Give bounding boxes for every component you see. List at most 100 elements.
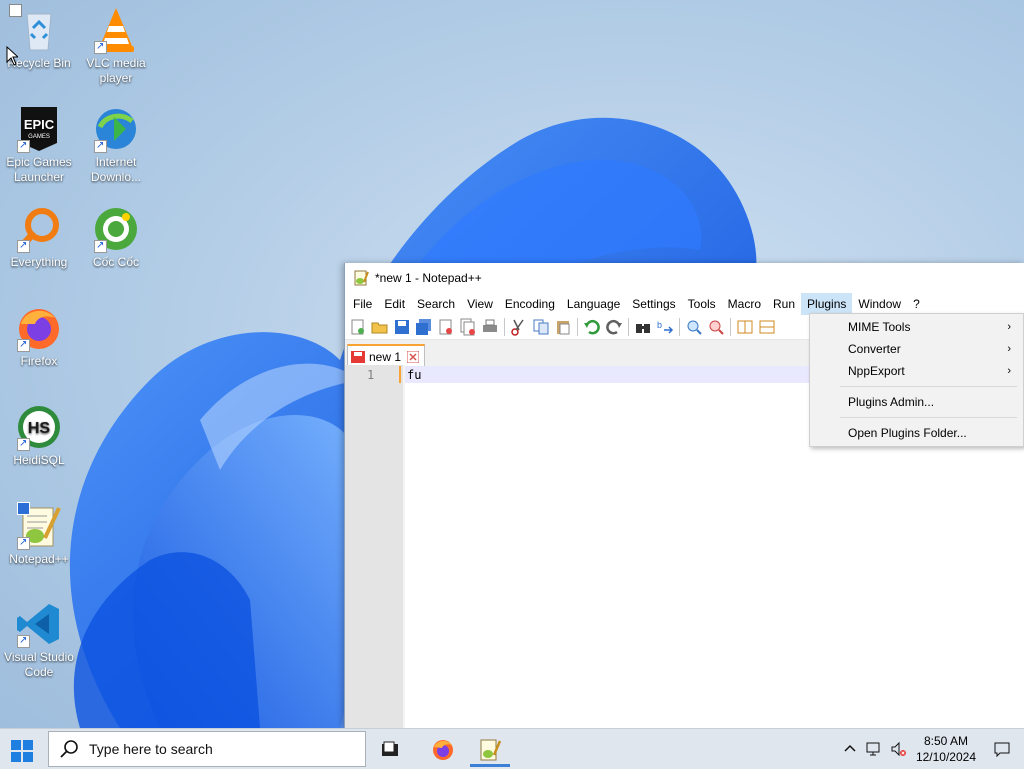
search-icon: [60, 740, 78, 758]
notepadpp-icon: [15, 502, 63, 550]
desktop-icon-heidisql[interactable]: HS HeidiSQL: [1, 403, 77, 468]
clock-date: 12/10/2024: [915, 750, 976, 764]
menu-encoding[interactable]: Encoding: [499, 293, 561, 315]
network-icon[interactable]: [866, 741, 882, 757]
menu-search[interactable]: Search: [411, 293, 461, 315]
save-all-icon[interactable]: [415, 318, 433, 336]
firefox-icon: [15, 304, 63, 352]
close-icon[interactable]: [407, 351, 420, 363]
mouse-cursor-icon: [6, 46, 18, 66]
toolbar-separator: [730, 318, 731, 336]
taskbar-search-box[interactable]: Type here to search: [48, 731, 366, 767]
cut-icon[interactable]: [510, 318, 528, 336]
taskbar-task-view[interactable]: [370, 733, 410, 767]
plugins-dropdown-menu: MIME Tools › Converter › NppExport › Plu…: [809, 313, 1024, 447]
chevron-up-icon[interactable]: [842, 741, 858, 757]
menu-item-mime-tools[interactable]: MIME Tools ›: [810, 316, 1023, 338]
menu-item-label: NppExport: [848, 364, 905, 378]
window-titlebar[interactable]: *new 1 - Notepad++: [345, 263, 1024, 293]
menu-settings[interactable]: Settings: [626, 293, 681, 315]
chevron-right-icon: ›: [1007, 321, 1011, 333]
replace-icon[interactable]: b: [656, 318, 674, 336]
desktop-icon-epic-games[interactable]: EPIC GAMES Epic Games Launcher: [1, 105, 77, 185]
desktop-icon-label: Internet Downlo...: [90, 155, 142, 184]
epic-games-icon: EPIC GAMES: [15, 105, 63, 153]
sync-scroll-vertical-icon[interactable]: [736, 318, 754, 336]
system-tray: 8:50 AM 12/10/2024: [838, 729, 1024, 769]
unsaved-file-icon: [351, 351, 365, 363]
find-icon[interactable]: [634, 318, 652, 336]
menu-help[interactable]: ?: [907, 293, 926, 315]
desktop-icon-label: Notepad++: [9, 552, 69, 566]
desktop-icon-label: Firefox: [20, 354, 58, 368]
toolbar-separator: [628, 318, 629, 336]
zoom-out-icon[interactable]: [707, 318, 725, 336]
vscode-icon: [15, 600, 63, 648]
window-title: *new 1 - Notepad++: [375, 271, 482, 285]
menu-tools[interactable]: Tools: [682, 293, 722, 315]
undo-icon[interactable]: [583, 318, 601, 336]
menu-file[interactable]: File: [347, 293, 378, 315]
menu-language[interactable]: Language: [561, 293, 626, 315]
desktop-icon-label: Cốc Cốc: [92, 255, 139, 269]
everything-search-icon: [15, 205, 63, 253]
desktop-icon-label: HeidiSQL: [13, 453, 65, 467]
redo-icon[interactable]: [605, 318, 623, 336]
svg-text:b: b: [657, 320, 662, 330]
copy-icon[interactable]: [532, 318, 550, 336]
toolbar-separator: [504, 318, 505, 336]
taskbar-notepadpp[interactable]: [470, 733, 510, 767]
menu-plugins[interactable]: Plugins: [801, 293, 853, 315]
menu-item-converter[interactable]: Converter ›: [810, 338, 1023, 360]
close-file-icon[interactable]: [437, 318, 455, 336]
toolbar-separator: [679, 318, 680, 336]
print-icon[interactable]: [481, 318, 499, 336]
internet-download-manager-icon: [92, 105, 140, 153]
desktop-icon-everything[interactable]: Everything: [1, 205, 77, 270]
sync-scroll-horizontal-icon[interactable]: [758, 318, 776, 336]
desktop-icon-vlc[interactable]: VLC media player: [78, 6, 154, 86]
menu-separator: [840, 386, 1017, 387]
menu-edit[interactable]: Edit: [378, 293, 411, 315]
menu-separator: [840, 417, 1017, 418]
menu-item-nppexport[interactable]: NppExport ›: [810, 360, 1023, 382]
taskbar-firefox[interactable]: [423, 733, 463, 767]
desktop-icon-firefox[interactable]: Firefox: [1, 304, 77, 369]
desktop-icon-vscode[interactable]: Visual Studio Code: [1, 600, 77, 680]
desktop-icon-label: Epic Games Launcher: [6, 155, 72, 184]
new-file-icon[interactable]: [349, 318, 367, 336]
firefox-icon: [433, 740, 453, 760]
editor-line-text[interactable]: fu: [407, 368, 421, 382]
desktop-icon-label: Everything: [10, 255, 68, 269]
menu-view[interactable]: View: [461, 293, 499, 315]
notifications-icon[interactable]: [994, 741, 1010, 757]
heidisql-icon: HS: [15, 403, 63, 451]
menu-window[interactable]: Window: [852, 293, 907, 315]
desktop-icon-label: VLC media player: [86, 56, 146, 85]
desktop-icon-label: Visual Studio Code: [4, 650, 74, 679]
change-marker: [399, 366, 401, 383]
menu-item-label: Plugins Admin...: [848, 395, 935, 409]
tab-label: new 1: [369, 350, 402, 364]
desktop-icon-coccoc[interactable]: Cốc Cốc: [78, 205, 154, 270]
desktop-icon-notepadpp[interactable]: Notepad++: [1, 502, 77, 567]
menu-run[interactable]: Run: [767, 293, 801, 315]
system-clock[interactable]: 8:50 AM 12/10/2024: [916, 733, 976, 765]
task-view-icon: [382, 741, 398, 756]
menu-item-label: Converter: [848, 342, 901, 356]
menu-macro[interactable]: Macro: [722, 293, 767, 315]
recycle-bin-icon: [9, 4, 63, 54]
svg-text:EPIC: EPIC: [24, 117, 55, 132]
menu-item-open-plugins-folder[interactable]: Open Plugins Folder...: [810, 422, 1023, 444]
desktop-icon-idm[interactable]: Internet Downlo...: [78, 105, 154, 185]
volume-muted-icon[interactable]: [890, 741, 906, 757]
windows-start-icon[interactable]: [8, 737, 36, 765]
save-icon[interactable]: [393, 318, 411, 336]
close-all-icon[interactable]: [459, 318, 477, 336]
zoom-in-icon[interactable]: [685, 318, 703, 336]
paste-icon[interactable]: [554, 318, 572, 336]
menu-item-plugins-admin[interactable]: Plugins Admin...: [810, 391, 1023, 413]
clock-time: 8:50 AM: [923, 734, 968, 748]
open-folder-icon[interactable]: [371, 318, 389, 336]
taskbar: Type here to search 8:50 AM 12/10/2024: [0, 728, 1024, 769]
